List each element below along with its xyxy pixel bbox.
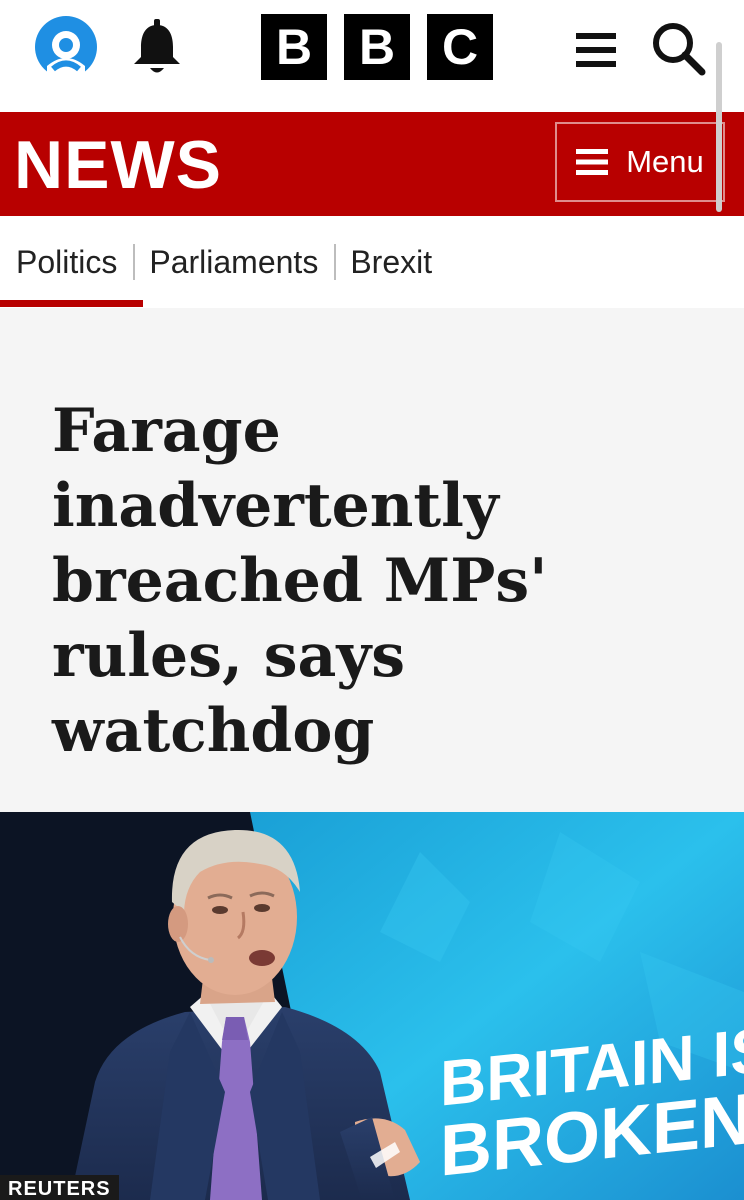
bell-icon[interactable] [130, 17, 184, 77]
article-headline: Farage inadvertently breached MPs' rules… [52, 396, 548, 766]
photo-illustration: BRITAIN IS BROKEN [0, 812, 744, 1200]
hamburger-icon[interactable] [576, 31, 616, 69]
photo-credit: REUTERS [0, 1175, 119, 1200]
menu-button[interactable]: Menu [555, 122, 725, 202]
nav-item-politics[interactable]: Politics [0, 216, 133, 308]
bbc-logo-letter: C [427, 14, 493, 80]
menu-label: Menu [626, 144, 704, 179]
scrollbar[interactable] [716, 42, 722, 212]
hamburger-icon [576, 149, 609, 175]
news-bar: NEWS Menu [0, 112, 744, 216]
headline-panel: Farage inadvertently breached MPs' rules… [0, 308, 744, 812]
bbc-logo[interactable]: B B C [261, 14, 493, 80]
nav-item-brexit[interactable]: Brexit [334, 216, 448, 308]
bbc-logo-letter: B [344, 14, 410, 80]
active-tab-indicator [0, 300, 143, 307]
article-photo: BRITAIN IS BROKEN REUTERS [0, 812, 744, 1200]
top-bar: B B C [0, 0, 744, 112]
bbc-logo-letter: B [261, 14, 327, 80]
news-title[interactable]: NEWS [14, 131, 222, 199]
nav-item-parliaments[interactable]: Parliaments [133, 216, 334, 308]
section-nav: Politics Parliaments Brexit [0, 216, 744, 308]
search-icon[interactable] [650, 20, 706, 76]
account-icon[interactable] [35, 16, 97, 78]
